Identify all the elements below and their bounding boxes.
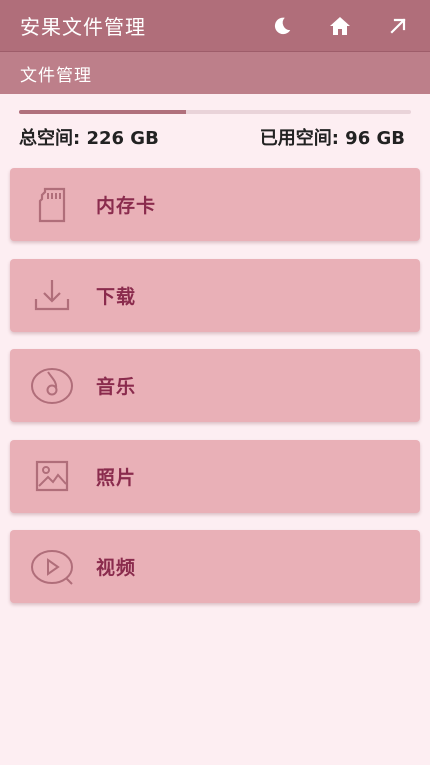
storage-stats: 总空间: 226 GB 已用空间: 96 GB	[19, 124, 411, 150]
section-title: 文件管理	[20, 65, 92, 86]
image-icon	[30, 454, 74, 498]
video-icon	[30, 545, 74, 589]
app-bar-actions	[270, 14, 416, 38]
category-sd-card[interactable]: 内存卡	[10, 168, 420, 241]
arrow-up-right-icon[interactable]	[386, 14, 410, 38]
used-space-label: 已用空间: 96 GB	[259, 128, 405, 149]
category-list: 内存卡 下载 音乐 照片 视频	[0, 150, 430, 603]
home-icon[interactable]	[328, 14, 352, 38]
app-title: 安果文件管理	[20, 15, 146, 39]
total-space-label: 总空间: 226 GB	[19, 128, 159, 149]
category-label: 下载	[96, 285, 137, 308]
music-icon	[30, 364, 74, 408]
app-bar: 安果文件管理	[0, 0, 430, 52]
storage-summary: 总空间: 226 GB 已用空间: 96 GB	[0, 94, 430, 150]
section-header: 文件管理	[0, 52, 430, 94]
storage-progress-fill	[19, 110, 186, 114]
category-video[interactable]: 视频	[10, 530, 420, 603]
category-label: 照片	[96, 466, 137, 489]
category-label: 内存卡	[96, 195, 157, 217]
sd-card-icon	[30, 183, 74, 227]
category-label: 音乐	[96, 376, 137, 398]
download-icon	[30, 273, 74, 317]
category-label: 视频	[96, 557, 137, 579]
moon-icon[interactable]	[270, 14, 294, 38]
category-download[interactable]: 下载	[10, 258, 420, 332]
category-photos[interactable]: 照片	[10, 439, 420, 513]
category-music[interactable]: 音乐	[10, 349, 420, 422]
storage-progress-bar	[19, 110, 411, 114]
